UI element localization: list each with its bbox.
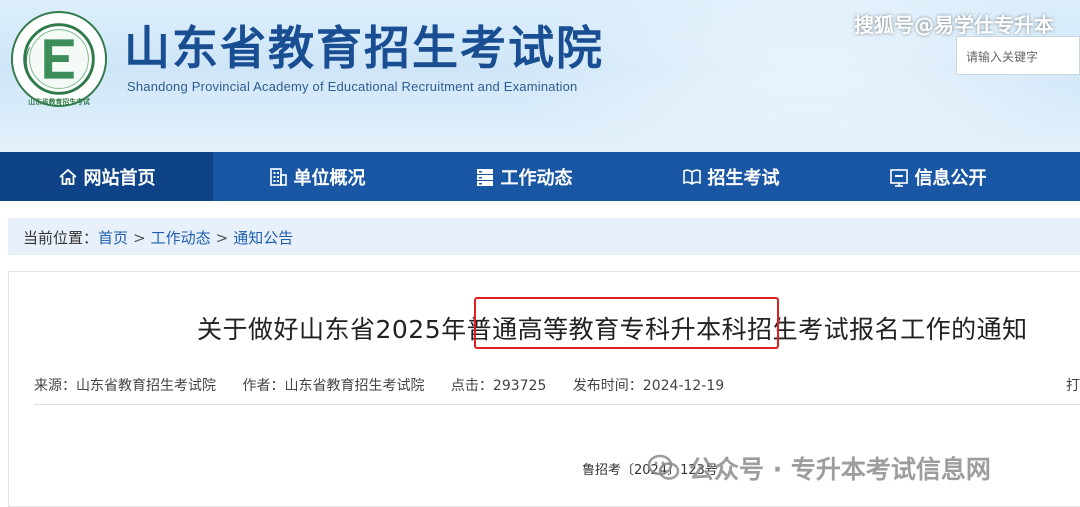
site-subtitle: Shandong Provincial Academy of Education… xyxy=(127,79,578,94)
article-panel: 关于做好山东省2025年普通高等教育专科升本科招生考试报名工作的通知 来源：山东… xyxy=(8,271,1080,507)
search-input[interactable]: 请输入关键字 xyxy=(956,36,1080,75)
sohu-watermark: 搜狐号@易学仕专升本 xyxy=(854,13,1054,37)
article-meta: 来源：山东省教育招生考试院 作者：山东省教育招生考试院 点击：293725 发布… xyxy=(34,375,746,395)
wechat-watermark-text: 公众号 · 专升本考试信息网 xyxy=(689,455,991,484)
nav-item-news[interactable]: 工作动态 xyxy=(420,152,627,201)
book-icon xyxy=(682,168,701,185)
nav-item-disclosure[interactable]: 信息公开 xyxy=(834,152,1041,201)
nav-label: 网站首页 xyxy=(83,167,156,189)
site-title: 山东省教育招生考试院 xyxy=(124,21,604,75)
academy-logo[interactable]: 山东省教育招生考试 xyxy=(10,10,108,108)
meta-divider xyxy=(34,404,1080,405)
article-date: 发布时间：2024-12-19 xyxy=(572,378,725,394)
article-clicks: 点击：293725 xyxy=(450,378,547,394)
site-header: 山东省教育招生考试 山东省教育招生考试院 Shandong Provincial… xyxy=(0,0,1080,152)
building-icon xyxy=(269,167,287,186)
home-icon xyxy=(58,168,77,185)
main-nav: 网站首页 单位概况 工作动态 招生考试 信息公开 xyxy=(0,152,1080,201)
breadcrumb-separator: > xyxy=(215,229,229,247)
nav-item-about[interactable]: 单位概况 xyxy=(213,152,420,201)
nav-label: 单位概况 xyxy=(293,167,366,189)
svg-text:山东省教育招生考试: 山东省教育招生考试 xyxy=(28,97,90,106)
info-board-icon xyxy=(889,168,908,187)
breadcrumb-separator: > xyxy=(133,229,146,247)
breadcrumb-home-link[interactable]: 首页 xyxy=(98,229,128,247)
nav-item-admissions[interactable]: 招生考试 xyxy=(627,152,834,201)
breadcrumb-news-link[interactable]: 工作动态 xyxy=(151,229,211,247)
nav-item-home[interactable]: 网站首页 xyxy=(0,152,213,201)
breadcrumb-notices-link[interactable]: 通知公告 xyxy=(233,229,293,247)
wechat-icon xyxy=(647,454,680,480)
article-source: 来源：山东省教育招生考试院 xyxy=(34,378,216,394)
breadcrumb-prefix: 当前位置： xyxy=(23,229,99,247)
nav-label: 招生考试 xyxy=(707,167,780,189)
wechat-watermark: 公众号 · 专升本考试信息网 xyxy=(647,450,991,486)
red-highlight-annotation xyxy=(474,297,779,349)
article-author: 作者：山东省教育招生考试院 xyxy=(242,378,425,394)
nav-label: 信息公开 xyxy=(914,167,987,189)
server-icon xyxy=(476,168,493,186)
print-link[interactable]: 打 xyxy=(1066,375,1080,395)
breadcrumb: 当前位置：首页 > 工作动态 > 通知公告 xyxy=(8,218,1080,255)
nav-label: 工作动态 xyxy=(500,167,573,189)
